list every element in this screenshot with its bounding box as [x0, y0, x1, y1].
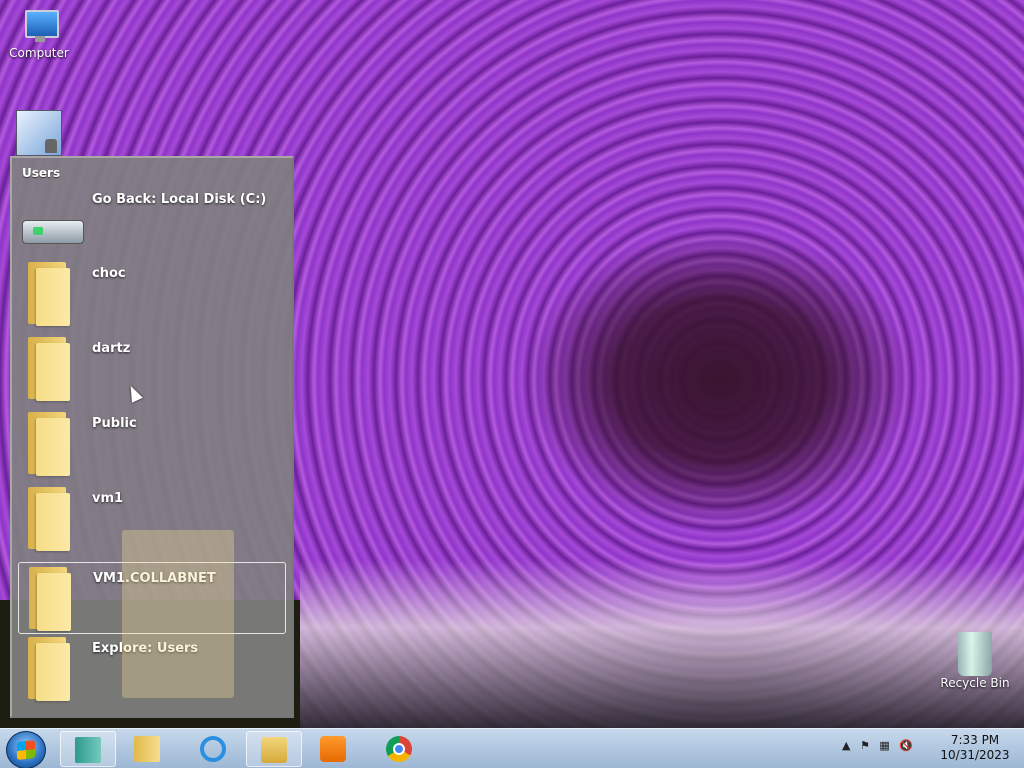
- drive-icon: [22, 220, 84, 244]
- media-player-button[interactable]: [306, 731, 362, 767]
- menu-title: Users: [22, 166, 61, 180]
- folder-icon: [26, 637, 70, 701]
- internet-explorer-button[interactable]: [186, 731, 242, 767]
- menu-item-go-back[interactable]: Go Back: Local Disk (C:): [18, 184, 286, 256]
- folder-icon: [26, 412, 70, 476]
- media-icon: [320, 736, 346, 762]
- chrome-icon: [386, 736, 412, 762]
- chrome-button[interactable]: [372, 731, 428, 767]
- network-lock-icon: [16, 110, 62, 156]
- menu-item-label: dartz: [92, 341, 131, 356]
- folder-icon: [134, 736, 160, 762]
- recycle-bin-icon: [958, 632, 992, 676]
- menu-item-label: choc: [92, 266, 126, 281]
- volume-muted-icon[interactable]: 🔇: [899, 739, 913, 752]
- action-center-flag-icon[interactable]: ⚑: [860, 739, 870, 752]
- taskbar: ▲ ⚑ ▦ 🔇 7:33 PM 10/31/2023: [0, 728, 1024, 768]
- network-icon[interactable]: ▦: [879, 739, 889, 752]
- desktop-icon-label: Computer: [9, 46, 69, 60]
- computer-icon: [19, 10, 59, 46]
- folder-icon: [26, 262, 70, 326]
- start-button[interactable]: [6, 731, 46, 768]
- menu-item-label: Public: [92, 416, 137, 431]
- menu-item-public[interactable]: Public: [18, 408, 286, 480]
- menu-item-choc[interactable]: choc: [18, 258, 286, 330]
- show-hidden-icons-button[interactable]: ▲: [842, 739, 850, 752]
- ie-icon: [200, 736, 226, 762]
- clock-date: 10/31/2023: [940, 748, 1010, 762]
- folder-icon: [27, 567, 71, 631]
- app-button[interactable]: [60, 731, 116, 767]
- menu-item-dartz[interactable]: dartz: [18, 333, 286, 405]
- desktop-icon-network[interactable]: [4, 110, 74, 156]
- explorer-icon: [261, 737, 287, 763]
- desktop-icon-recycle-bin[interactable]: Recycle Bin: [940, 632, 1010, 690]
- system-tray: ▲ ⚑ ▦ 🔇: [842, 739, 919, 752]
- menu-item-label: Go Back: Local Disk (C:): [92, 192, 267, 207]
- desktop-icon-computer[interactable]: Computer: [4, 10, 74, 60]
- folder-icon: [26, 337, 70, 401]
- door-icon: [75, 737, 101, 763]
- desktop-icon-label: Recycle Bin: [940, 676, 1010, 690]
- clock[interactable]: 7:33 PM 10/31/2023: [940, 733, 1010, 763]
- windows-explorer-button[interactable]: [246, 731, 302, 767]
- drag-ghost-folder-icon: [122, 530, 234, 698]
- clock-time: 7:33 PM: [950, 733, 1000, 747]
- folder-icon: [26, 487, 70, 551]
- menu-item-label: vm1: [92, 491, 124, 506]
- start-orb-icon: [17, 740, 35, 760]
- folder-button[interactable]: [120, 731, 176, 767]
